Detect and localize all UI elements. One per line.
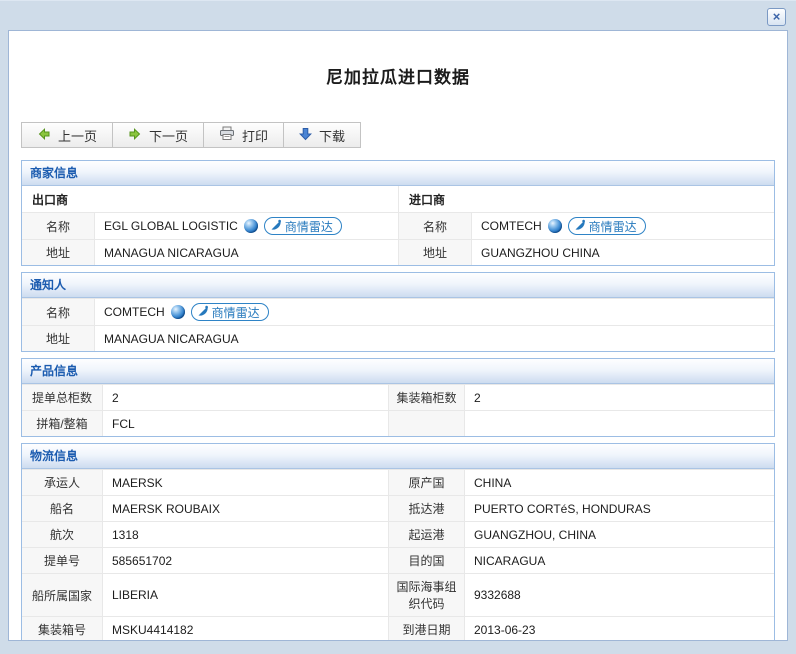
section-notify-party: 通知人 名称 COMTECH 商情雷达 bbox=[21, 272, 775, 352]
row-value: PUERTO CORTéS, HONDURAS bbox=[465, 496, 774, 521]
importer-address-label: 地址 bbox=[399, 240, 472, 265]
radar-badge[interactable]: 商情雷达 bbox=[568, 217, 646, 235]
importer-address-value: GUANGZHOU CHINA bbox=[472, 240, 774, 265]
row-value: 2 bbox=[465, 385, 774, 410]
prev-page-button[interactable]: 上一页 bbox=[21, 122, 113, 148]
printer-icon bbox=[219, 126, 235, 144]
page-title: 尼加拉瓜进口数据 bbox=[21, 63, 775, 88]
toolbar: 上一页 下一页 打印 bbox=[21, 122, 775, 148]
row-value: 2013-06-23 bbox=[465, 617, 774, 641]
table-row: 名称 COMTECH 商情雷达 bbox=[22, 298, 774, 325]
row-value: 2 bbox=[103, 385, 388, 410]
download-label: 下载 bbox=[319, 126, 345, 145]
close-button[interactable]: × bbox=[767, 8, 786, 26]
table-row: 承运人 MAERSK 原产国 CHINA bbox=[22, 469, 774, 495]
section-merchant-header: 商家信息 bbox=[22, 161, 774, 186]
radar-badge[interactable]: 商情雷达 bbox=[264, 217, 342, 235]
row-value: FCL bbox=[103, 411, 388, 436]
table-row: 地址 MANAGUA NICARAGUA bbox=[22, 325, 774, 351]
exporter-subtitle: 出口商 bbox=[22, 186, 398, 212]
exporter-block: 出口商 名称 EGL GLOBAL LOGISTIC bbox=[22, 186, 398, 265]
radar-badge-label: 商情雷达 bbox=[589, 218, 637, 235]
importer-name-label: 名称 bbox=[399, 213, 472, 239]
row-label: 提单号 bbox=[22, 548, 103, 573]
table-row: 航次 1318 起运港 GUANGZHOU, CHINA bbox=[22, 521, 774, 547]
row-label: 航次 bbox=[22, 522, 103, 547]
arrow-down-icon bbox=[299, 127, 312, 144]
row-label: 集装箱柜数 bbox=[388, 385, 465, 410]
notify-address-label: 地址 bbox=[22, 326, 95, 351]
radar-dish-icon bbox=[574, 219, 586, 234]
next-page-button[interactable]: 下一页 bbox=[112, 122, 204, 148]
row-label bbox=[388, 411, 465, 436]
importer-block: 进口商 名称 COMTECH bbox=[398, 186, 774, 265]
section-logistics-header: 物流信息 bbox=[22, 444, 774, 469]
row-label: 拼箱/整箱 bbox=[22, 411, 103, 436]
row-label: 船名 bbox=[22, 496, 103, 521]
section-product-info: 产品信息 提单总柜数 2 集装箱柜数 2 拼箱/整箱 FCL bbox=[21, 358, 775, 437]
table-row: 提单总柜数 2 集装箱柜数 2 bbox=[22, 384, 774, 410]
table-row: 名称 COMTECH 商情 bbox=[399, 212, 774, 239]
table-row: 提单号 585651702 目的国 NICARAGUA bbox=[22, 547, 774, 573]
notify-name-value: COMTECH bbox=[104, 305, 165, 319]
exporter-address-label: 地址 bbox=[22, 240, 95, 265]
row-label: 集装箱号 bbox=[22, 617, 103, 641]
row-label: 承运人 bbox=[22, 470, 103, 495]
row-value: MAERSK bbox=[103, 470, 388, 495]
download-button[interactable]: 下载 bbox=[283, 122, 361, 148]
row-value: 9332688 bbox=[465, 574, 774, 616]
radar-dish-icon bbox=[270, 219, 282, 234]
section-product-header: 产品信息 bbox=[22, 359, 774, 384]
notify-address-value: MANAGUA NICARAGUA bbox=[95, 326, 774, 351]
section-notify-header: 通知人 bbox=[22, 273, 774, 298]
row-value: CHINA bbox=[465, 470, 774, 495]
table-row: 地址 MANAGUA NICARAGUA bbox=[22, 239, 398, 265]
row-label: 抵达港 bbox=[388, 496, 465, 521]
prev-page-label: 上一页 bbox=[58, 126, 97, 145]
exporter-name-label: 名称 bbox=[22, 213, 95, 239]
importer-name-value: COMTECH bbox=[481, 219, 542, 233]
row-label: 船所属国家 bbox=[22, 574, 103, 616]
row-value: 585651702 bbox=[103, 548, 388, 573]
radar-badge-label: 商情雷达 bbox=[285, 218, 333, 235]
globe-icon[interactable] bbox=[244, 219, 258, 233]
table-row: 船名 MAERSK ROUBAIX 抵达港 PUERTO CORTéS, HON… bbox=[22, 495, 774, 521]
table-row: 拼箱/整箱 FCL bbox=[22, 410, 774, 436]
row-label: 目的国 bbox=[388, 548, 465, 573]
row-label: 国际海事组织代码 bbox=[388, 574, 465, 616]
table-row: 船所属国家 LIBERIA 国际海事组织代码 9332688 bbox=[22, 573, 774, 616]
print-button[interactable]: 打印 bbox=[203, 122, 284, 148]
row-value bbox=[465, 411, 774, 436]
row-value: GUANGZHOU, CHINA bbox=[465, 522, 774, 547]
row-label: 起运港 bbox=[388, 522, 465, 547]
radar-badge[interactable]: 商情雷达 bbox=[191, 303, 269, 321]
row-label: 提单总柜数 bbox=[22, 385, 103, 410]
radar-dish-icon bbox=[197, 305, 209, 320]
table-row: 地址 GUANGZHOU CHINA bbox=[399, 239, 774, 265]
table-row: 集装箱号 MSKU4414182 到港日期 2013-06-23 bbox=[22, 616, 774, 641]
print-label: 打印 bbox=[242, 126, 268, 145]
arrow-right-icon bbox=[128, 127, 142, 144]
radar-badge-label: 商情雷达 bbox=[212, 304, 260, 321]
row-value: MSKU4414182 bbox=[103, 617, 388, 641]
globe-icon[interactable] bbox=[548, 219, 562, 233]
importer-subtitle: 进口商 bbox=[399, 186, 774, 212]
section-merchant-info: 商家信息 出口商 名称 EGL GLOBAL LOGISTIC bbox=[21, 160, 775, 266]
table-row: 名称 EGL GLOBAL LOGISTIC bbox=[22, 212, 398, 239]
row-value: NICARAGUA bbox=[465, 548, 774, 573]
next-page-label: 下一页 bbox=[149, 126, 188, 145]
exporter-address-value: MANAGUA NICARAGUA bbox=[95, 240, 398, 265]
dialog-titlebar: × bbox=[0, 0, 796, 30]
notify-name-label: 名称 bbox=[22, 299, 95, 325]
row-value: MAERSK ROUBAIX bbox=[103, 496, 388, 521]
row-label: 原产国 bbox=[388, 470, 465, 495]
row-label: 到港日期 bbox=[388, 617, 465, 641]
arrow-left-icon bbox=[37, 127, 51, 144]
globe-icon[interactable] bbox=[171, 305, 185, 319]
exporter-name-value: EGL GLOBAL LOGISTIC bbox=[104, 219, 238, 233]
dialog-body: 尼加拉瓜进口数据 上一页 下一页 bbox=[8, 30, 788, 641]
section-logistics-info: 物流信息 承运人 MAERSK 原产国 CHINA 船名 MAERSK ROUB… bbox=[21, 443, 775, 641]
row-value: LIBERIA bbox=[103, 574, 388, 616]
row-value: 1318 bbox=[103, 522, 388, 547]
